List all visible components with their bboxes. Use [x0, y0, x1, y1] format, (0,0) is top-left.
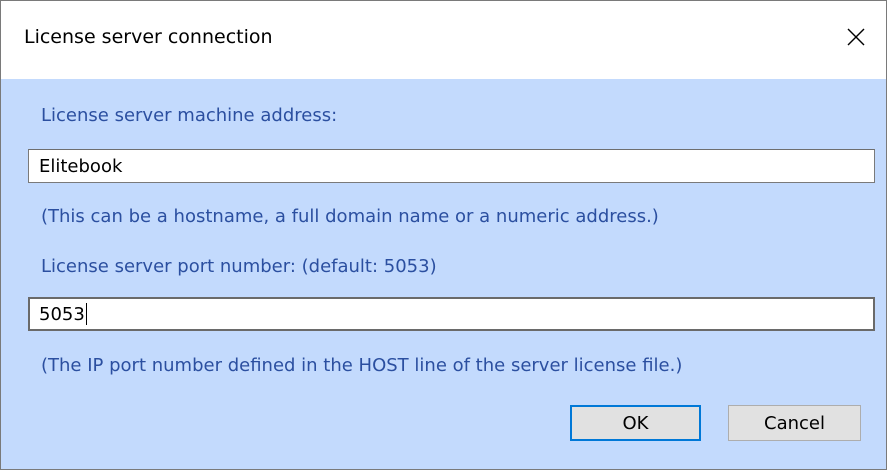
port-label: License server port number: (default: 50… [41, 256, 437, 277]
port-input-value: 5053 [39, 303, 85, 325]
address-hint: (This can be a hostname, a full domain n… [41, 206, 659, 227]
close-button[interactable] [834, 15, 878, 59]
dialog-title: License server connection [24, 26, 273, 48]
ok-button[interactable]: OK [570, 405, 701, 441]
close-icon [847, 28, 865, 46]
title-bar: License server connection [1, 1, 886, 79]
text-caret [85, 303, 87, 325]
license-server-dialog: License server connection License server… [0, 0, 887, 470]
address-label: License server machine address: [41, 105, 338, 126]
cancel-button[interactable]: Cancel [728, 405, 861, 441]
port-hint: (The IP port number defined in the HOST … [41, 355, 683, 376]
port-input[interactable]: 5053 [28, 297, 875, 331]
dialog-content: License server machine address: Eliteboo… [1, 79, 886, 469]
address-input[interactable]: Elitebook [28, 149, 875, 183]
address-input-value: Elitebook [39, 155, 123, 177]
